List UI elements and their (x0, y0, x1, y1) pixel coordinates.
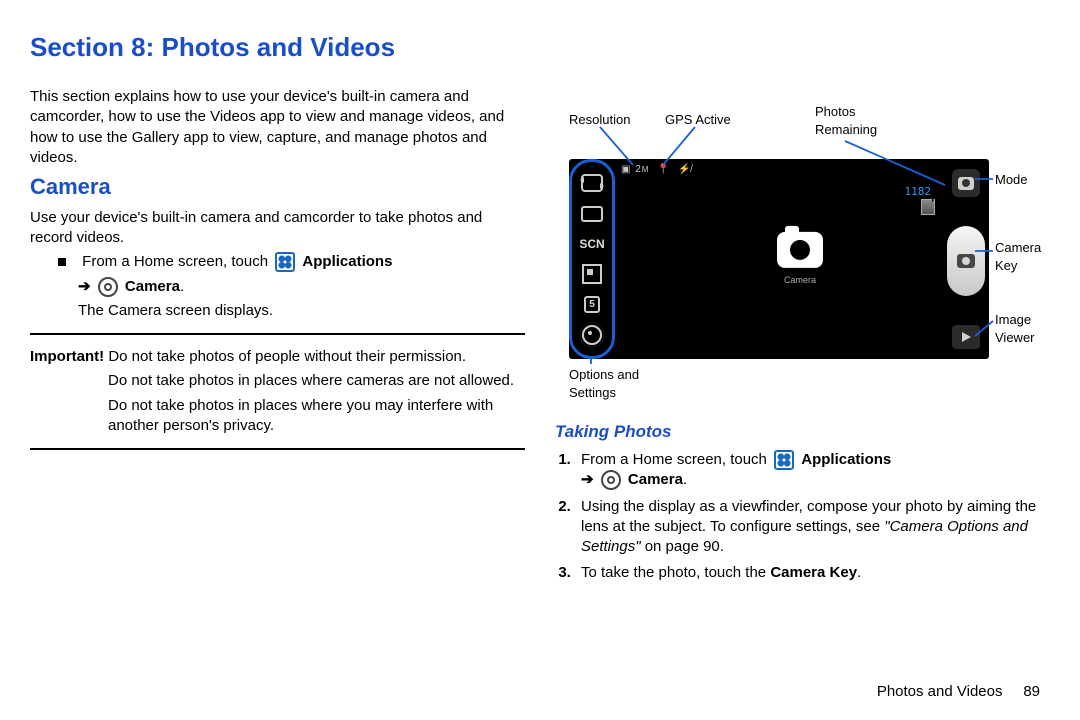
intro-text: This section explains how to use your de… (30, 87, 525, 168)
applications-icon (774, 450, 794, 470)
page: Section 8: Photos and Videos This sectio… (0, 0, 1080, 720)
camera-heading: Camera (30, 172, 525, 202)
important-block: Important! Do not take photos of people … (30, 347, 525, 367)
important-2: Do not take photos in places where camer… (108, 371, 525, 391)
viewfinder-caption: Camera (777, 274, 823, 286)
camera-intro: Use your device's built-in camera and ca… (30, 208, 525, 249)
label-options-settings: Options and Settings (569, 366, 639, 401)
right-panel (943, 159, 989, 359)
status-icons: ▣ 2M 📍 ⚡̸ (621, 163, 692, 177)
camera-key-label: Camera Key (770, 564, 857, 581)
camera-label: Camera (628, 471, 683, 488)
timer-icon: 5 (579, 294, 605, 316)
text: To take the photo, touch the (581, 564, 770, 581)
image-viewer-button (952, 325, 980, 349)
camera-sidebar: SCN 5 (569, 159, 615, 359)
mini-camera-icon (958, 177, 974, 190)
play-icon (962, 332, 971, 342)
mode-button (952, 169, 980, 197)
label-gps-active: GPS Active (665, 111, 731, 129)
label-image-viewer: Image Viewer (995, 311, 1035, 346)
important-3: Do not take photos in places where you m… (108, 396, 525, 437)
label-camera-key: Camera Key (995, 239, 1041, 274)
label-mode: Mode (995, 171, 1028, 189)
camera-glyph-icon (777, 232, 823, 268)
text: From a Home screen, touch (581, 451, 767, 468)
viewfinder-center: Camera (777, 232, 823, 286)
divider (30, 333, 525, 335)
bullet-row: From a Home screen, touch Applications (58, 252, 525, 272)
photos-remaining-count: 1182 (905, 185, 932, 200)
exposure-icon (579, 263, 605, 285)
camera-label: Camera (125, 278, 180, 295)
storage-icon (921, 199, 935, 215)
left-column: This section explains how to use your de… (30, 83, 525, 589)
bullet-square-icon (58, 258, 66, 266)
divider (30, 448, 525, 450)
right-column: Resolution GPS Active Photos Remaining M… (555, 83, 1050, 589)
applications-label: Applications (801, 451, 891, 468)
step-3: To take the photo, touch the Camera Key. (575, 563, 1050, 583)
step-2: Using the display as a viewfinder, compo… (575, 497, 1050, 558)
camera-screen-displays: The Camera screen displays. (78, 301, 525, 321)
flash-icon (579, 203, 605, 225)
applications-icon (275, 252, 295, 272)
arrow-icon: ➔ (78, 278, 91, 295)
steps-list: From a Home screen, touch Applications ➔… (555, 450, 1050, 584)
taking-photos-heading: Taking Photos (555, 421, 1050, 444)
settings-gear-icon (579, 324, 605, 346)
text: on page 90. (645, 538, 724, 555)
scene-mode-icon: SCN (579, 233, 605, 255)
camera-icon (98, 277, 118, 297)
camera-icon (601, 470, 621, 490)
important-label: Important! (30, 348, 104, 365)
camera-diagram: Resolution GPS Active Photos Remaining M… (555, 111, 1035, 411)
shutter-icon (957, 254, 975, 268)
page-footer: Photos and Videos 89 (877, 682, 1040, 702)
bullet-continuation: ➔ Camera. (78, 277, 525, 297)
camera-preview: SCN 5 ▣ 2M 📍 ⚡̸ 1182 Camera (569, 159, 989, 359)
arrow-icon: ➔ (581, 471, 594, 488)
step-1: From a Home screen, touch Applications ➔… (575, 450, 1050, 491)
section-title: Section 8: Photos and Videos (30, 30, 1050, 65)
important-1: Do not take photos of people without the… (108, 348, 466, 365)
page-number: 89 (1023, 683, 1040, 700)
footer-chapter: Photos and Videos (877, 683, 1003, 700)
label-resolution: Resolution (569, 111, 630, 129)
label-photos-remaining: Photos Remaining (815, 103, 877, 138)
text: From a Home screen, touch (82, 253, 268, 270)
applications-label: Applications (302, 253, 392, 270)
camera-key-button (947, 226, 985, 296)
switch-camera-icon (579, 172, 605, 194)
two-column-layout: This section explains how to use your de… (30, 83, 1050, 589)
